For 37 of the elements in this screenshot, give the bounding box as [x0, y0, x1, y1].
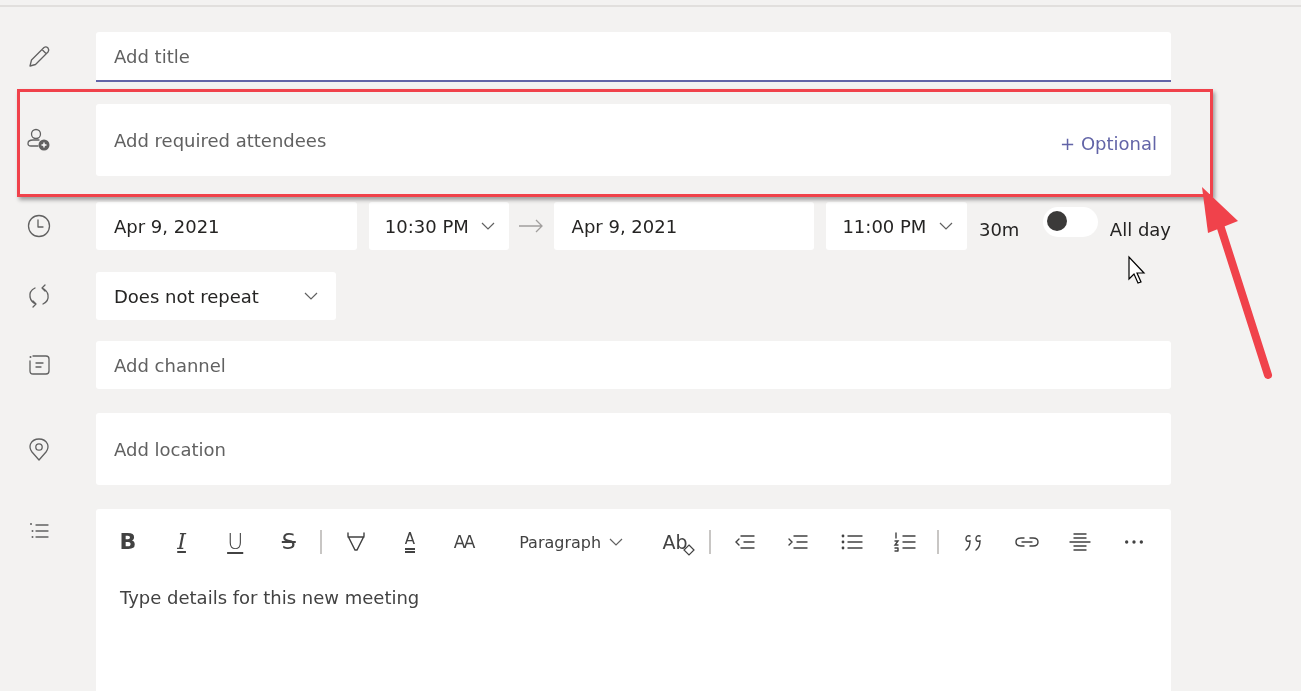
chevron-down-icon	[481, 221, 496, 231]
arrow-right-icon	[518, 219, 545, 233]
font-color-button[interactable]: A	[391, 524, 428, 560]
chevron-down-icon	[304, 291, 318, 301]
clock-icon	[26, 213, 52, 239]
chevron-down-icon	[609, 537, 624, 547]
all-day-label: All day	[1109, 218, 1171, 240]
optional-attendees-link[interactable]: + Optional	[1060, 132, 1157, 154]
location-pin-icon	[26, 436, 52, 462]
repeat-icon	[26, 283, 52, 309]
clear-format-button[interactable]: Ab	[659, 524, 696, 560]
pencil-icon	[26, 44, 52, 70]
channel-icon	[26, 352, 52, 378]
strikethrough-button[interactable]: S	[270, 524, 307, 560]
repeat-dropdown[interactable]: Does not repeat	[96, 272, 336, 320]
font-size-button[interactable]: AA	[445, 524, 482, 560]
attendees-field[interactable]: Add required attendees + Optional	[96, 104, 1171, 176]
duration-label: 30m	[978, 218, 1021, 240]
underline-button[interactable]: U	[217, 524, 254, 560]
italic-button[interactable]: I	[163, 524, 200, 560]
all-day-toggle[interactable]	[1042, 207, 1098, 237]
location-field[interactable]: Add location	[96, 413, 1171, 485]
mouse-cursor-icon	[1127, 255, 1147, 285]
details-placeholder: Type details for this new meeting	[119, 586, 421, 610]
details-editor[interactable]: B I U S A AA Paragraph Ab Type details for this new meeting	[96, 509, 1171, 691]
start-time-dropdown[interactable]: 10:30 PM	[368, 202, 510, 250]
channel-field[interactable]: Add channel	[96, 341, 1171, 389]
more-icon	[1124, 540, 1143, 544]
title-field[interactable]: Add title	[96, 32, 1171, 82]
horizontal-rule-icon	[1068, 530, 1093, 554]
start-date-field[interactable]: Apr 9, 2021	[96, 202, 357, 250]
numbered-list-icon	[893, 530, 918, 554]
end-date-field[interactable]: Apr 9, 2021	[553, 202, 815, 250]
chevron-down-icon	[938, 221, 953, 231]
paragraph-dropdown[interactable]: Paragraph	[519, 524, 624, 560]
end-time-dropdown[interactable]: 11:00 PM	[826, 202, 967, 250]
bold-button[interactable]: B	[110, 524, 146, 560]
